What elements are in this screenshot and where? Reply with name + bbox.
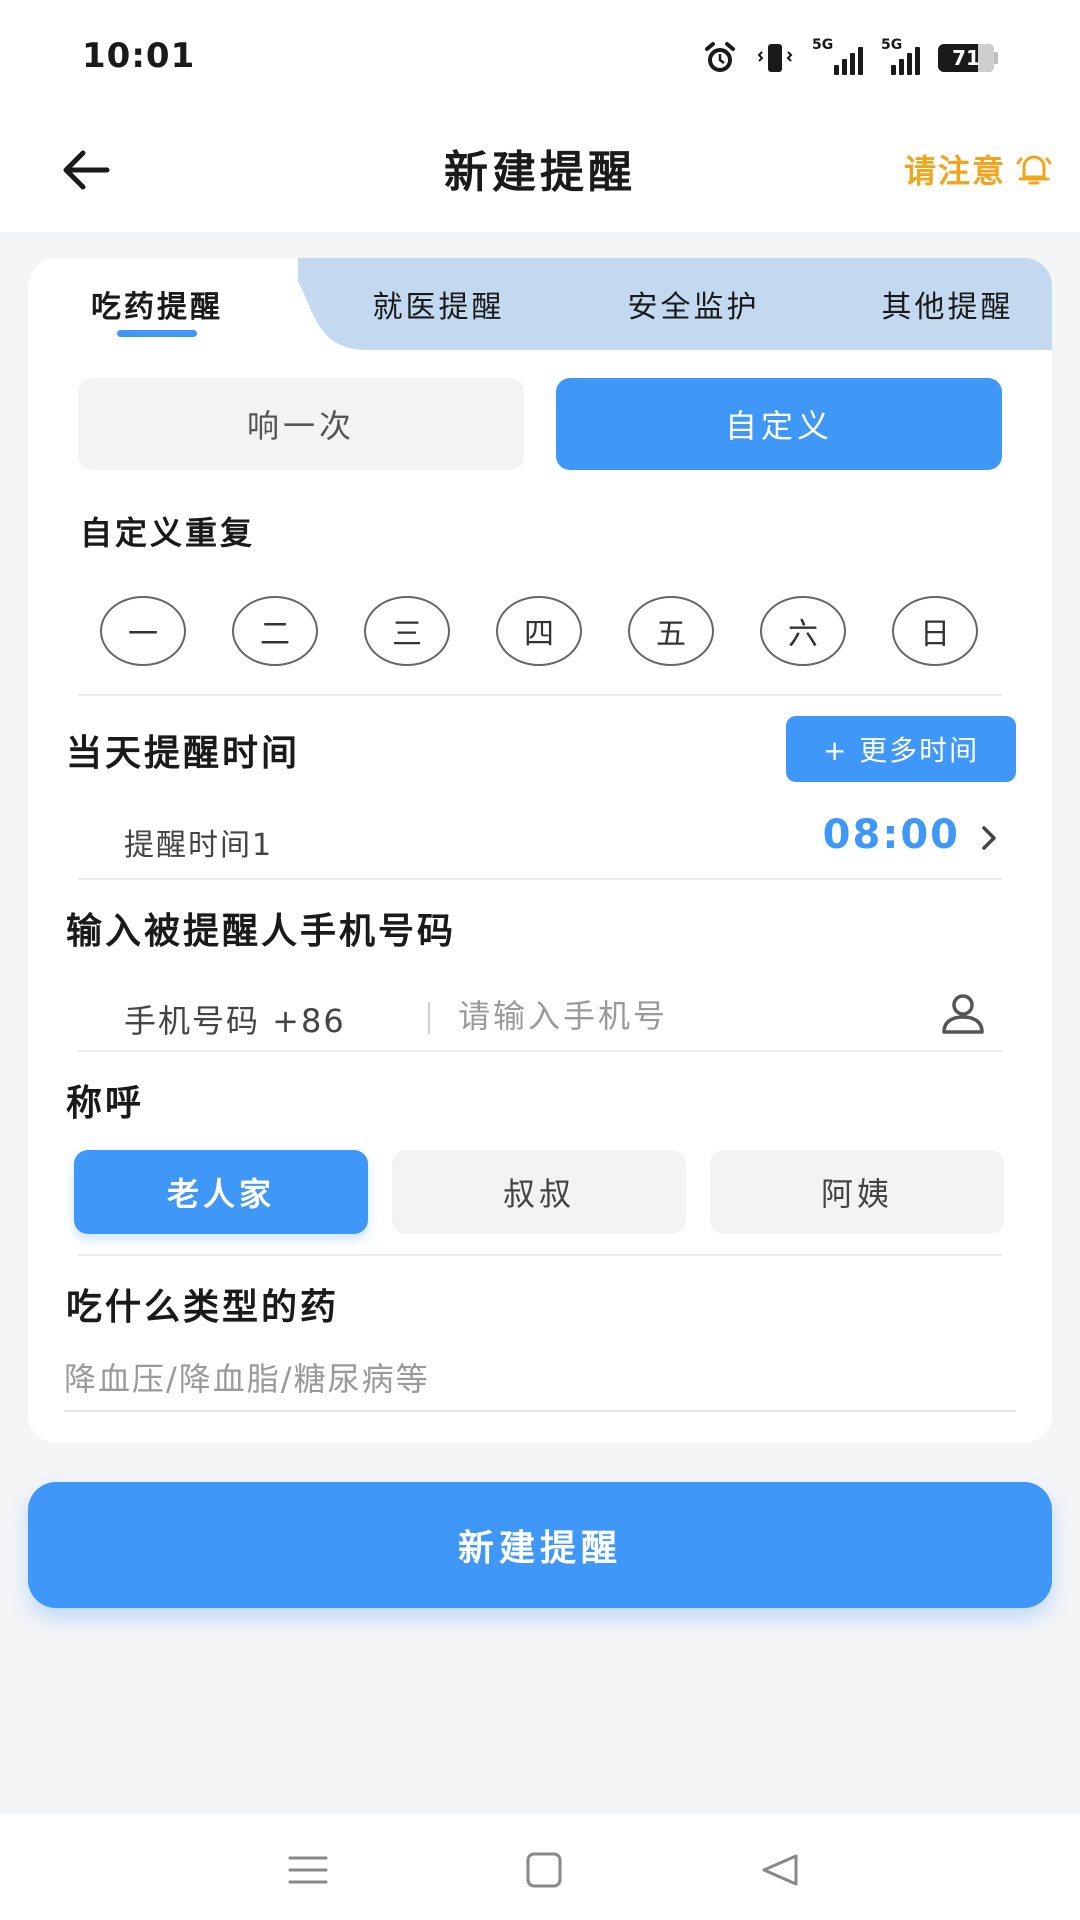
reminder-time-title: 当天提醒时间 [66,733,301,774]
create-reminder-button[interactable]: 新建提醒 [28,1482,1052,1608]
address-option-elder[interactable]: 老人家 [74,1150,368,1234]
chevron-right-icon [982,826,996,850]
status-time: 10:01 [82,36,196,76]
status-bar: 10:01 5G 5G 71 [0,0,1080,110]
vibrate-icon [756,40,794,76]
tab-active-indicator [117,330,197,337]
notice-label: 请注意 [903,152,1006,190]
divider [78,694,1002,696]
day-button-wed[interactable]: 三 [364,596,450,666]
tab-safety[interactable]: 安全监护 [566,258,821,350]
reminder-time-value: 08:00 [822,812,960,858]
reminder-form-card: 吃药提醒 就医提醒 安全监护 其他提醒 响一次 自定义 自定义重复 一 二 三 … [28,258,1052,1443]
address-title: 称呼 [66,1083,145,1124]
status-icons: 5G 5G 71 [702,37,998,78]
repeat-custom-button[interactable]: 自定义 [556,378,1002,470]
network-type-label: 5G [812,37,834,53]
reminder-type-tabs: 吃药提醒 就医提醒 安全监护 其他提醒 [28,258,1052,350]
battery-body: 71 [938,44,994,72]
bell-icon [1016,155,1052,185]
header: 新建提醒 请注意 [0,110,1080,232]
divider [78,1050,1002,1052]
phone-input[interactable] [458,988,938,1044]
divider [78,1254,1002,1256]
system-nav-bar [0,1814,1080,1920]
weekday-selector: 一 二 三 四 五 六 日 [100,596,980,670]
alarm-icon [702,40,738,76]
home-icon[interactable] [520,1850,568,1890]
day-button-tue[interactable]: 二 [232,596,318,666]
notice-button[interactable]: 请注意 [904,144,1054,194]
day-button-fri[interactable]: 五 [628,596,714,666]
day-button-sun[interactable]: 日 [892,596,978,666]
reminder-time-row[interactable]: 提醒时间1 08:00 [78,798,1002,884]
medicine-title: 吃什么类型的药 [66,1287,340,1328]
network-type-label: 5G [881,37,903,53]
tab-other[interactable]: 其他提醒 [820,258,1052,350]
tab-hospital[interactable]: 就医提醒 [311,258,566,350]
address-options: 老人家 叔叔 阿姨 [74,1150,1018,1236]
address-option-aunt[interactable]: 阿姨 [710,1150,1004,1234]
phone-field-row: 手机号码 +86 [78,970,1052,1060]
battery-icon: 71 [938,44,998,72]
phone-title: 输入被提醒人手机号码 [66,911,457,952]
medicine-type-input[interactable] [64,1348,1016,1412]
day-button-sat[interactable]: 六 [760,596,846,666]
contact-person-icon[interactable] [940,992,986,1036]
back-triangle-icon[interactable] [756,1850,804,1890]
add-time-button[interactable]: + 更多时间 [786,716,1016,782]
divider [78,878,1002,880]
phone-separator [428,1002,430,1034]
repeat-once-button[interactable]: 响一次 [78,378,524,470]
signal-icon: 5G [812,37,863,75]
address-option-uncle[interactable]: 叔叔 [392,1150,686,1234]
battery-level: 71 [952,46,980,70]
phone-country-prefix: 手机号码 +86 [124,1002,346,1040]
reminder-time-label: 提醒时间1 [124,828,274,863]
repeat-mode-selector: 响一次 自定义 [78,378,1002,470]
day-button-mon[interactable]: 一 [100,596,186,666]
custom-repeat-title: 自定义重复 [80,514,256,552]
menu-icon[interactable] [284,1850,332,1890]
signal-icon: 5G [881,37,920,75]
day-button-thu[interactable]: 四 [496,596,582,666]
